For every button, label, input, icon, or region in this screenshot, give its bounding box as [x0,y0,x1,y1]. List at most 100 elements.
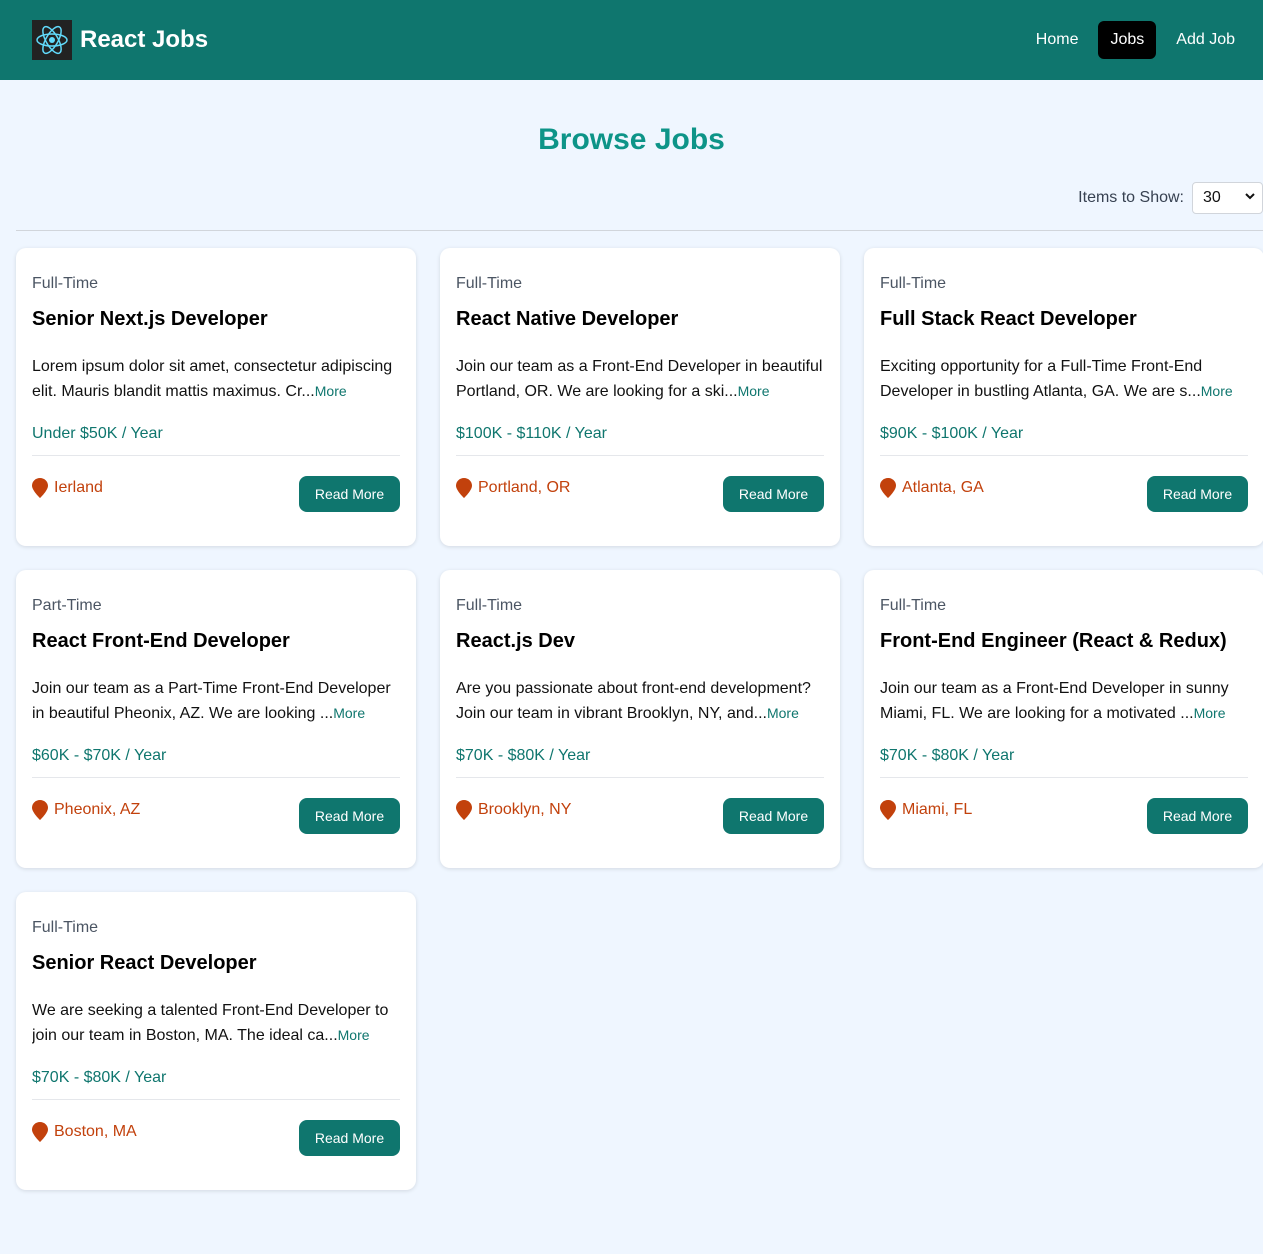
navbar: React Jobs Home Jobs Add Job [0,0,1263,80]
job-title: Senior React Developer [32,952,257,974]
card-footer: Miami, FL Read More [880,798,1248,834]
nav-link-home[interactable]: Home [1024,21,1091,59]
job-description-text: Exciting opportunity for a Full-Time Fro… [880,358,1203,400]
nav-link-add-job[interactable]: Add Job [1164,21,1247,59]
job-location-text: Boston, MA [54,1123,137,1140]
job-salary: $70K - $80K / Year [456,747,591,764]
card-footer: Atlanta, GA Read More [880,476,1248,512]
job-salary: Under $50K / Year [32,425,163,442]
read-more-button[interactable]: Read More [299,476,400,512]
job-location-text: Portland, OR [478,479,571,496]
job-title: Full Stack React Developer [880,308,1137,330]
read-more-button[interactable]: Read More [723,476,824,512]
more-link[interactable]: More [338,1027,370,1043]
job-location: Pheonix, AZ [32,800,140,820]
job-location: Miami, FL [880,800,972,820]
job-type: Full-Time [880,597,947,614]
nav-link-jobs[interactable]: Jobs [1098,21,1157,59]
job-description: Join our team as a Front-End Developer i… [456,355,824,403]
map-pin-icon [32,800,48,820]
job-card: Full-Time Senior Next.js Developer Lorem… [16,248,416,546]
job-description: Are you passionate about front-end devel… [456,677,824,725]
job-location: Atlanta, GA [880,478,984,498]
job-description: Join our team as a Front-End Developer i… [880,677,1248,725]
job-description-text: Are you passionate about front-end devel… [456,680,811,722]
brand-name: React Jobs [80,26,209,53]
chevron-down-icon [1244,189,1256,207]
job-salary: $70K - $80K / Year [32,1069,167,1086]
job-description: Exciting opportunity for a Full-Time Fro… [880,355,1248,403]
job-type: Part-Time [32,597,102,614]
more-link[interactable]: More [315,383,347,399]
job-location-text: Atlanta, GA [902,479,984,496]
job-title: React Native Developer [456,308,679,330]
card-divider [32,1099,400,1100]
job-type: Full-Time [456,597,523,614]
job-salary: $90K - $100K / Year [880,425,1024,442]
job-description-text: We are seeking a talented Front-End Deve… [32,1002,389,1044]
card-divider [32,455,400,456]
more-link[interactable]: More [1194,705,1226,721]
job-salary: $70K - $80K / Year [880,747,1015,764]
job-location: Brooklyn, NY [456,800,571,820]
more-link[interactable]: More [1201,383,1233,399]
job-location: Boston, MA [32,1122,137,1142]
job-location-text: Pheonix, AZ [54,801,141,818]
read-more-button[interactable]: Read More [1147,476,1248,512]
card-footer: Brooklyn, NY Read More [456,798,824,834]
job-card: Full-Time Senior React Developer We are … [16,892,416,1190]
job-location-text: Miami, FL [902,801,973,818]
job-description-text: Join our team as a Front-End Developer i… [880,680,1229,722]
job-card: Part-Time React Front-End Developer Join… [16,570,416,868]
job-grid: Full-Time Senior Next.js Developer Lorem… [16,248,1263,1190]
job-type: Full-Time [32,275,99,292]
items-to-show-control: Items to Show: 30 [1078,182,1263,214]
react-logo-icon [32,20,72,60]
read-more-button[interactable]: Read More [1147,798,1248,834]
card-footer: Portland, OR Read More [456,476,824,512]
job-card: Full-Time React.js Dev Are you passionat… [440,570,840,868]
job-location: Portland, OR [456,478,570,498]
map-pin-icon [456,800,472,820]
job-description: We are seeking a talented Front-End Deve… [32,999,400,1047]
read-more-button[interactable]: Read More [723,798,824,834]
page-title: Browse Jobs [538,123,725,156]
nav-links: Home Jobs Add Job [1016,21,1247,59]
card-divider [456,455,824,456]
card-divider [456,777,824,778]
map-pin-icon [32,1122,48,1142]
more-link[interactable]: More [333,705,365,721]
read-more-button[interactable]: Read More [299,798,400,834]
more-link[interactable]: More [738,383,770,399]
card-divider [880,777,1248,778]
job-title: Front-End Engineer (React & Redux) [880,630,1227,652]
more-link[interactable]: More [767,705,799,721]
card-footer: Pheonix, AZ Read More [32,798,400,834]
map-pin-icon [456,478,472,498]
job-card: Full-Time React Native Developer Join ou… [440,248,840,546]
map-pin-icon [880,800,896,820]
card-footer: Boston, MA Read More [32,1120,400,1156]
items-to-show-label: Items to Show: [1078,189,1184,206]
header-divider [16,230,1263,231]
job-type: Full-Time [456,275,523,292]
job-type: Full-Time [32,919,99,936]
job-title: Senior Next.js Developer [32,308,268,330]
items-to-show-select[interactable]: 30 [1192,182,1263,214]
card-divider [32,777,400,778]
job-description: Join our team as a Part-Time Front-End D… [32,677,400,725]
job-location-text: Ierland [54,479,103,496]
card-footer: Ierland Read More [32,476,400,512]
items-to-show-value: 30 [1203,189,1221,206]
map-pin-icon [880,478,896,498]
job-location-text: Brooklyn, NY [478,801,572,818]
job-title: React.js Dev [456,630,575,652]
job-title: React Front-End Developer [32,630,290,652]
job-type: Full-Time [880,275,947,292]
read-more-button[interactable]: Read More [299,1120,400,1156]
job-salary: $60K - $70K / Year [32,747,167,764]
card-divider [880,455,1248,456]
brand-link[interactable]: React Jobs [32,20,208,60]
job-card: Full-Time Full Stack React Developer Exc… [864,248,1263,546]
map-pin-icon [32,478,48,498]
